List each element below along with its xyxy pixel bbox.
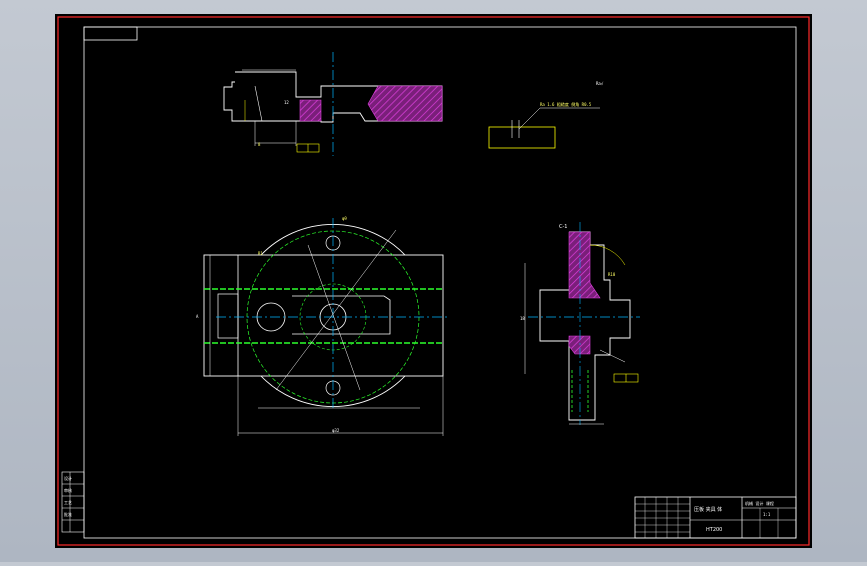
dim-label-phi: φ9 — [342, 216, 347, 221]
revision-row-3: 工艺 — [64, 500, 72, 505]
dim-label-r1: R1 — [258, 251, 263, 256]
title-part-name: 压板 夹具 体 — [694, 506, 722, 513]
title-scale: 1:1 — [763, 512, 771, 517]
section-hatch-right — [367, 85, 443, 122]
section-hatch-left — [299, 99, 322, 122]
dim-label-r10: R10 — [608, 272, 616, 277]
cad-viewport[interactable]: 8 12 Ra 1.6 粗糙度 倒角 R0.5 Ra√ φ9 R1 φ32 A … — [0, 0, 867, 562]
revision-row-1: 设计 — [64, 475, 72, 481]
title-material: HT200 — [706, 527, 722, 533]
drawing-canvas: 8 12 Ra 1.6 粗糙度 倒角 R0.5 Ra√ φ9 R1 φ32 A … — [55, 14, 812, 548]
title-company: 机械 设计 课程 — [745, 500, 774, 506]
dim-label-12: 12 — [284, 100, 289, 105]
dim-label-18: 18 — [520, 316, 525, 321]
roughness-note: Ra√ — [596, 81, 604, 86]
revision-row-2: 审核 — [64, 487, 72, 493]
dim-label-phi32: φ32 — [332, 428, 340, 433]
detail-note: Ra 1.6 粗糙度 倒角 R0.5 — [540, 101, 592, 107]
view-label-c1: C-1 — [559, 224, 567, 230]
revision-row-4: 批准 — [64, 511, 72, 517]
